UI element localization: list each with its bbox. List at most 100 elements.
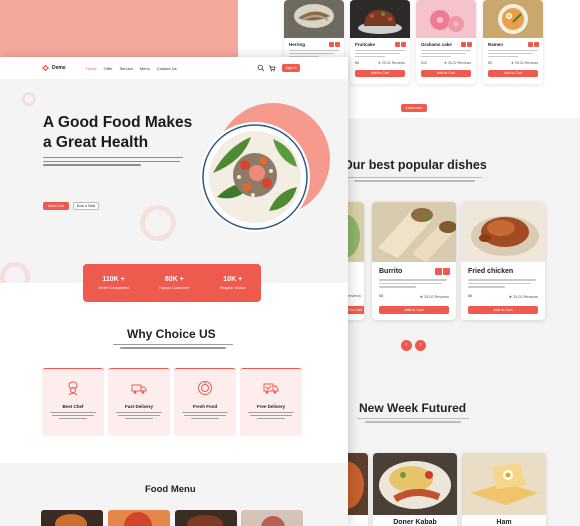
feature-card-fast-delivery[interactable]: Fast Delivery (108, 368, 170, 436)
wishlist-icon[interactable] (434, 268, 442, 275)
stat-visitors: 10K + Regular Visitor (220, 276, 246, 290)
book-table-button[interactable]: Book a Table (73, 202, 99, 210)
week-dish-card[interactable]: Ham (462, 453, 546, 526)
product-name: Ramen (488, 42, 504, 47)
product-description (355, 50, 405, 58)
decorative-ring (140, 205, 176, 241)
add-to-cart-button[interactable]: Add to Cart (468, 306, 538, 314)
week-dish-name: Doner Kabab (393, 519, 437, 526)
slider-prev-button[interactable]: ‹ (401, 340, 412, 351)
add-to-cart-button[interactable]: Add to Cart (355, 70, 405, 77)
feature-card-fresh-food[interactable]: Fresh Food (174, 368, 236, 436)
stat-value: 110K + (102, 276, 125, 283)
nav-link-service[interactable]: Service (120, 66, 133, 71)
add-to-cart-button[interactable]: Add to Cart (488, 70, 538, 77)
add-to-cart-button[interactable]: Add to Cart (379, 306, 449, 314)
add-to-cart-button[interactable]: Add to Cart (43, 202, 69, 210)
cart-icon[interactable] (443, 268, 450, 275)
salad-plate-image (200, 122, 310, 232)
cart-icon[interactable] (401, 42, 406, 47)
free-delivery-icon (263, 383, 279, 394)
wishlist-icon[interactable] (461, 42, 466, 47)
wishlist-icon[interactable] (395, 42, 400, 47)
stat-label: Happy Customer (159, 285, 190, 290)
hero-description (43, 157, 183, 168)
feature-description (116, 412, 162, 420)
nav-link-offer[interactable]: Offer (104, 66, 113, 71)
product-name: Fruitcake (355, 42, 376, 47)
product-price: $8 (355, 61, 359, 65)
stat-value: 10K + (223, 276, 243, 283)
ramen-food-image (483, 0, 543, 38)
dish-price: $8 (379, 294, 384, 298)
new-week-subtitle (357, 418, 469, 424)
load-more-button[interactable]: Load more (401, 104, 427, 112)
why-choose-subtitle (113, 344, 233, 350)
feature-description (248, 412, 294, 420)
cart-icon[interactable] (467, 42, 472, 47)
slider-next-button[interactable]: › (415, 340, 426, 351)
why-choose-title: Why Choice US (127, 327, 216, 341)
salmon-header-band (0, 0, 238, 60)
cart-icon[interactable] (534, 42, 539, 47)
burger-food-image[interactable] (41, 510, 103, 526)
brand-logo[interactable]: Deme (41, 64, 66, 72)
feature-description (182, 412, 228, 420)
wishlist-icon[interactable] (329, 42, 334, 47)
popular-dishes-subtitle (347, 177, 482, 183)
meat-food-image[interactable] (175, 510, 237, 526)
brand-name: Deme (52, 65, 66, 71)
feature-description (50, 412, 96, 420)
stat-value: 80K + (164, 276, 184, 283)
stat-label: Regular Visitor (219, 285, 246, 290)
search-icon[interactable] (257, 64, 265, 72)
product-reviews: ★ 25.02 Reviews (443, 61, 471, 65)
feature-title: Fresh Food (192, 404, 218, 409)
chef-icon (68, 381, 78, 396)
dessert-food-image[interactable] (241, 510, 303, 526)
dish-price: $8 (468, 294, 473, 298)
product-name: Grahams cake (421, 42, 452, 47)
homepage-preview: Deme Home Offer Service Menu Contact Us … (0, 57, 348, 526)
brand-logo-icon (41, 64, 50, 72)
food-menu-title: Food Menu (145, 484, 196, 495)
dish-card[interactable]: Burrito $8 ★ 25.02 Reviews Add to Cart (372, 202, 456, 320)
week-dish-name: Ham (496, 519, 512, 526)
stat-customers: 80K + Happy Customer (159, 276, 189, 290)
product-card[interactable]: Fruitcake $8 ★ 25.02 Reviews Add to Cart (350, 0, 410, 84)
pizza-food-image[interactable] (108, 510, 170, 526)
dish-name: Burrito (379, 268, 403, 275)
hero-title-line: a Great Health (43, 134, 149, 151)
dish-reviews: ★ 25.02 Reviews (508, 295, 538, 299)
nav-link-contact[interactable]: Contact Us (157, 66, 177, 71)
product-card[interactable]: Grahams cake $10 ★ 25.02 Reviews Add to C… (416, 0, 476, 84)
wishlist-icon[interactable] (528, 42, 533, 47)
cart-icon[interactable] (335, 42, 340, 47)
product-card[interactable]: Ramen $9 ★ 25.02 Reviews Add to Cart (483, 0, 543, 84)
nav-link-menu[interactable]: Menu (140, 66, 150, 71)
feature-card-free-delivery[interactable]: Free Delivery (240, 368, 302, 436)
product-reviews: ★ 25.02 Reviews (510, 61, 538, 65)
grahams-cake-food-image (416, 0, 476, 38)
product-description (488, 50, 538, 58)
cart-icon[interactable] (268, 64, 276, 72)
week-dish-card[interactable]: Doner Kabab (373, 453, 457, 526)
add-to-cart-button[interactable]: Add to Cart (421, 70, 471, 77)
feature-title: Fast Delivery (124, 404, 153, 409)
delivery-truck-icon (131, 384, 147, 394)
product-price: $10 (421, 61, 427, 65)
dish-name: Fried chicken (468, 268, 514, 275)
doner-kabab-food-image (373, 453, 457, 515)
popular-dishes-title: Our best popular dishes (343, 158, 487, 172)
nav-link-home[interactable]: Home (86, 66, 97, 71)
product-name: Herring (289, 42, 306, 47)
dish-card[interactable]: Fried chicken $8 ★ 25.02 Reviews Add to C… (461, 202, 545, 320)
feature-card-best-chef[interactable]: Best Chef (42, 368, 104, 436)
new-week-title: New Week Futured (359, 401, 467, 415)
hero-title-line: A Good Food Makes (43, 114, 193, 131)
fruitcake-food-image (350, 0, 410, 38)
product-reviews: Reviews (346, 294, 361, 298)
sign-in-button[interactable]: Sign In (282, 64, 300, 72)
dish-reviews: ★ 25.02 Reviews (419, 295, 449, 299)
fried-chicken-food-image (461, 202, 545, 262)
